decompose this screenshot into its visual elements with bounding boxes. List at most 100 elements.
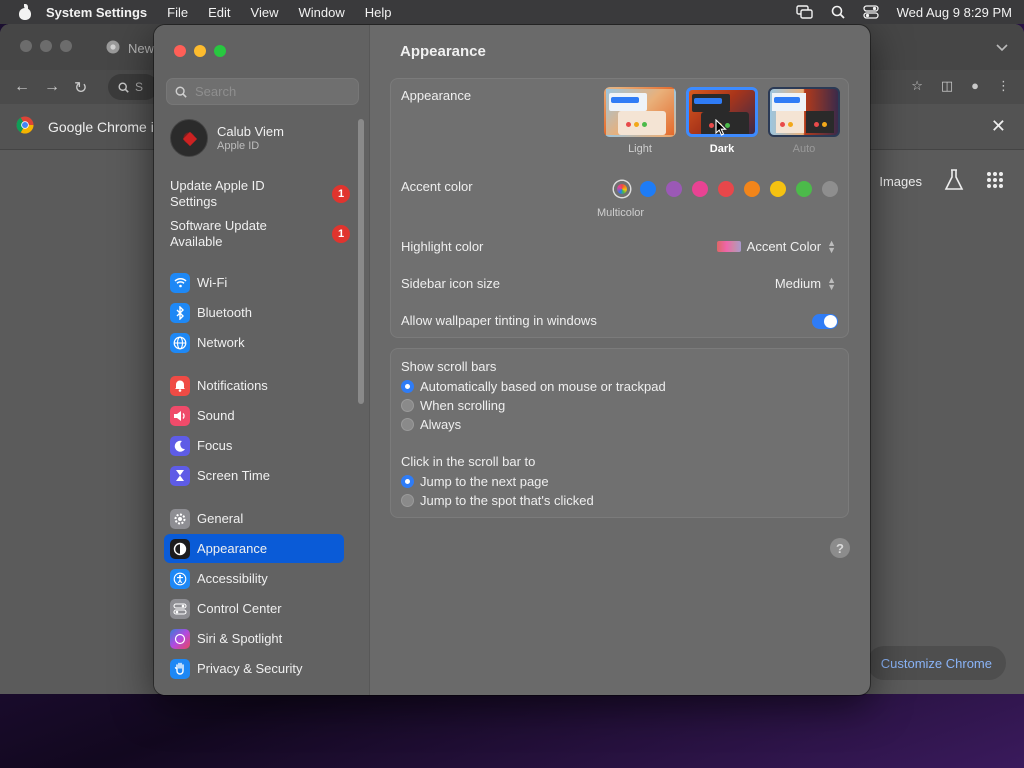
chrome-close-button[interactable] [20,40,32,52]
highlight-color-popup[interactable]: Accent Color ▲ ▼ [716,237,836,255]
chrome-tab[interactable]: New [106,40,154,57]
sidebar-item-control-center[interactable]: Control Center [164,594,344,623]
sidebar-item-notifications[interactable]: Notifications [164,371,344,400]
menu-view[interactable]: View [251,5,279,20]
minimize-button[interactable] [194,45,206,57]
sidebar-item-label: Privacy & Security [197,661,303,676]
accent-pink-swatch[interactable] [692,181,708,197]
search-field[interactable] [166,78,359,105]
back-arrow-icon[interactable]: ← [14,78,30,98]
sidebar-item-label: Focus [197,438,233,453]
apps-grid-icon[interactable] [986,171,1004,192]
menu-window[interactable]: Window [298,5,344,20]
appearance-icon [170,538,190,559]
chrome-menu-icon[interactable]: ⋮ [997,78,1010,94]
accent-multicolor-swatch[interactable] [614,181,630,197]
menu-edit[interactable]: Edit [208,5,230,20]
menu-clock[interactable]: Wed Aug 9 8:29 PM [897,5,1012,20]
apple-id-profile[interactable]: Calub Viem Apple ID [170,119,284,157]
sidebar-item-appearance[interactable]: Appearance [164,534,344,563]
sidebar-item-bluetooth[interactable]: Bluetooth [164,298,344,327]
forward-arrow-icon[interactable]: → [44,78,60,98]
mouse-cursor-icon [715,119,727,136]
appearance-pane: Appearance Appearance Light Dark Auto Ac… [370,25,870,695]
light-preview-image [604,87,676,137]
scroll-bars-option-auto[interactable]: Automatically based on mouse or trackpad [401,379,666,394]
notice-badge: 1 [332,185,350,203]
wallpaper-tinting-toggle[interactable] [812,314,838,329]
sidebar-item-privacy-security[interactable]: Privacy & Security [164,654,344,683]
chrome-toolbar-right: ☆ ◫ ● ⋮ [911,78,1010,94]
help-button[interactable]: ? [830,538,850,558]
accent-orange-swatch[interactable] [744,181,760,197]
accent-blue-swatch[interactable] [640,181,656,197]
sidebar-item-label: Accessibility [197,571,268,586]
labs-flask-icon[interactable] [944,169,964,194]
menu-file[interactable]: File [167,5,188,20]
sidebar-item-label: Screen Time [197,468,270,483]
menu-help[interactable]: Help [365,5,392,20]
notice-label: Update Apple ID Settings [170,178,265,209]
scroll-bars-option-when-scrolling[interactable]: When scrolling [401,398,505,413]
bookmark-star-icon[interactable]: ☆ [911,78,923,94]
apple-menu-icon[interactable] [18,4,32,20]
tab-search-chevron-icon[interactable] [996,40,1008,55]
sidebar-scrollbar[interactable] [358,119,364,404]
infobar-close-icon[interactable]: ✕ [991,116,1006,137]
images-link[interactable]: Images [879,174,922,189]
accent-yellow-swatch[interactable] [770,181,786,197]
sidebar-item-focus[interactable]: Focus [164,431,344,460]
accent-red-swatch[interactable] [718,181,734,197]
radio-button[interactable] [401,418,414,431]
radio-button[interactable] [401,380,414,393]
accent-green-swatch[interactable] [796,181,812,197]
sidebar-item-wifi[interactable]: Wi-Fi [164,268,344,297]
click-option-spot-clicked[interactable]: Jump to the spot that's clicked [401,493,594,508]
chrome-tab-title: New [128,41,155,56]
appearance-option-auto[interactable]: Auto [768,87,840,155]
profile-avatar-icon[interactable]: ● [971,78,979,94]
close-button[interactable] [174,45,186,57]
chrome-window-controls [20,40,72,52]
wallpaper-tinting-label: Allow wallpaper tinting in windows [401,313,597,328]
chrome-favicon-icon [106,40,120,57]
sidebar-item-accessibility[interactable]: Accessibility [164,564,344,593]
radio-button[interactable] [401,494,414,507]
sidebar-item-siri-spotlight[interactable]: Siri & Spotlight [164,624,344,653]
reload-icon[interactable]: ↻ [74,78,87,98]
page-title: Appearance [400,43,486,60]
menu-app-name[interactable]: System Settings [46,5,147,20]
screen-mirroring-icon[interactable] [795,5,813,19]
sidebar-item-general[interactable]: General [164,504,344,533]
sidebar-icon-size-popup[interactable]: Medium ▲ ▼ [775,275,836,291]
appearance-option-light[interactable]: Light [604,87,676,155]
sidebar-item-screen-time[interactable]: Screen Time [164,461,344,490]
control-center-menu-icon[interactable] [862,5,879,19]
bluetooth-icon [170,302,190,323]
chrome-logo-icon [16,116,34,137]
notice-software-update[interactable]: Software Update Available 1 [170,218,350,250]
accent-graphite-swatch[interactable] [822,181,838,197]
sidebar-item-label: Appearance [197,541,268,556]
chrome-minimize-button[interactable] [40,40,52,52]
click-option-next-page[interactable]: Jump to the next page [401,474,549,489]
side-panel-icon[interactable]: ◫ [941,78,953,94]
zoom-button[interactable] [214,45,226,57]
bell-icon [170,375,190,396]
accent-purple-swatch[interactable] [666,181,682,197]
spotlight-search-icon[interactable] [831,5,845,19]
popup-chevron-icon: ▲ ▼ [827,237,836,255]
radio-button[interactable] [401,475,414,488]
menu-bar: System Settings File Edit View Window He… [0,0,1024,24]
chrome-omnibox[interactable]: S [108,74,158,100]
search-input[interactable] [195,84,345,99]
radio-button[interactable] [401,399,414,412]
notice-update-apple-id[interactable]: Update Apple ID Settings 1 [170,178,350,210]
sidebar-item-network[interactable]: Network [164,328,344,357]
sidebar-item-sound[interactable]: Sound [164,401,344,430]
scroll-bars-option-always[interactable]: Always [401,417,461,432]
customize-chrome-button[interactable]: Customize Chrome [866,646,1006,680]
chrome-zoom-button[interactable] [60,40,72,52]
sidebar-item-label: Siri & Spotlight [197,631,283,646]
appearance-settings-group: Appearance Light Dark Auto Accent color … [390,78,849,338]
